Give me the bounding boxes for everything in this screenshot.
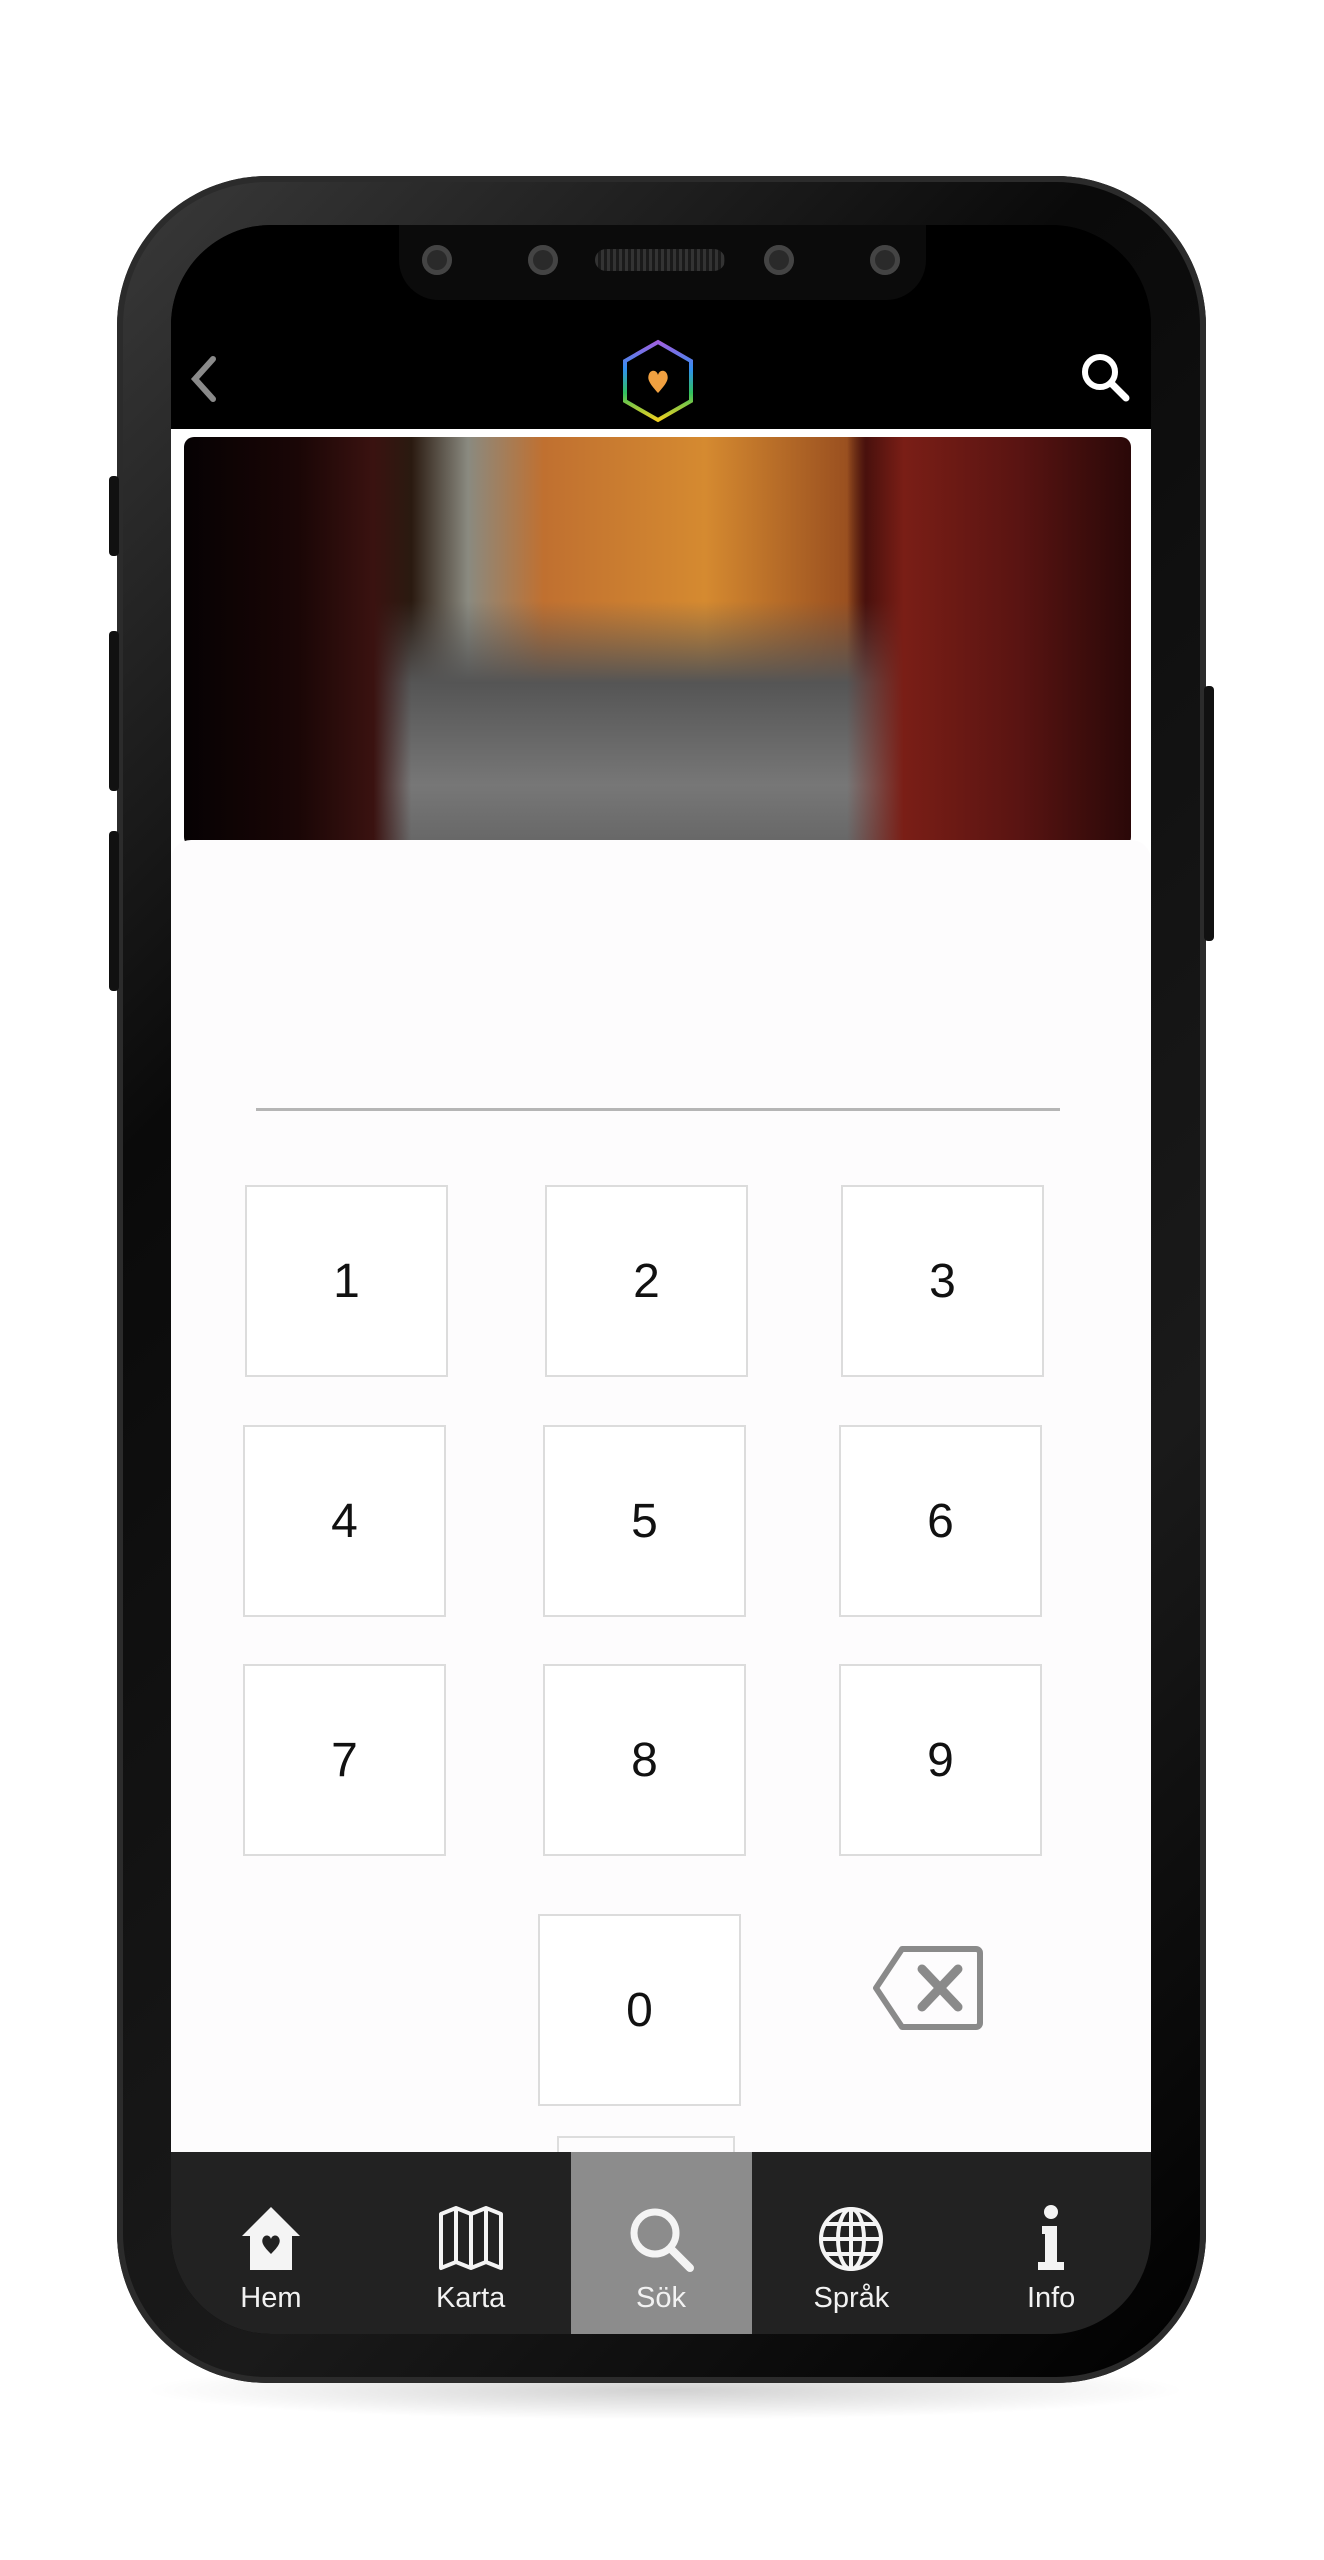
key-8[interactable]: 8 [543, 1664, 746, 1856]
tab-label: Karta [435, 2282, 506, 2314]
sensor [764, 245, 794, 275]
sensor [422, 245, 452, 275]
hidden-key-edge [557, 2136, 735, 2152]
key-5[interactable]: 5 [543, 1425, 746, 1617]
map-icon [438, 2206, 503, 2270]
tab-label: Info [1026, 2282, 1076, 2314]
tab-label: Språk [813, 2282, 890, 2314]
volume-up-button [109, 631, 119, 791]
key-9[interactable]: 9 [839, 1664, 1042, 1856]
tab-sprak[interactable]: Språk [752, 2152, 952, 2334]
key-6[interactable]: 6 [839, 1425, 1042, 1617]
header-photo [184, 437, 1131, 847]
tab-sok[interactable]: Sök [570, 2152, 752, 2334]
key-2[interactable]: 2 [545, 1185, 748, 1377]
bottom-nav: Hem Karta Sök Språk Info [171, 2152, 1151, 2334]
home-heart-icon [241, 2207, 300, 2270]
hexagon-heart-logo [623, 339, 693, 423]
sensor [870, 245, 900, 275]
keypad-panel: 1 2 3 4 5 6 7 8 9 0 [171, 840, 1151, 2152]
phone-screen: 1 2 3 4 5 6 7 8 9 0 Hem Karta Sök Språk … [171, 225, 1151, 2334]
back-button[interactable] [189, 355, 217, 406]
code-entry-field[interactable] [256, 1108, 1060, 1111]
sensor [528, 245, 558, 275]
key-3[interactable]: 3 [841, 1185, 1044, 1377]
key-7[interactable]: 7 [243, 1664, 446, 1856]
info-icon [1038, 2205, 1065, 2270]
earpiece-speaker [595, 249, 725, 271]
key-1[interactable]: 1 [245, 1185, 448, 1377]
tab-karta[interactable]: Karta [371, 2152, 571, 2334]
backspace-icon[interactable] [872, 1945, 984, 2031]
tab-label: Sök [636, 2282, 686, 2314]
chevron-left-icon [190, 356, 216, 402]
search-icon [630, 2208, 694, 2272]
tab-hem[interactable]: Hem [171, 2152, 371, 2334]
volume-down-button [109, 831, 119, 991]
key-0[interactable]: 0 [538, 1914, 741, 2106]
phone-notch [399, 225, 926, 300]
power-button [1204, 686, 1214, 941]
key-4[interactable]: 4 [243, 1425, 446, 1617]
globe-icon [819, 2207, 884, 2271]
search-button[interactable] [1079, 351, 1131, 403]
tab-info[interactable]: Info [951, 2152, 1151, 2334]
mute-switch [109, 476, 119, 556]
tab-label: Hem [240, 2282, 302, 2314]
